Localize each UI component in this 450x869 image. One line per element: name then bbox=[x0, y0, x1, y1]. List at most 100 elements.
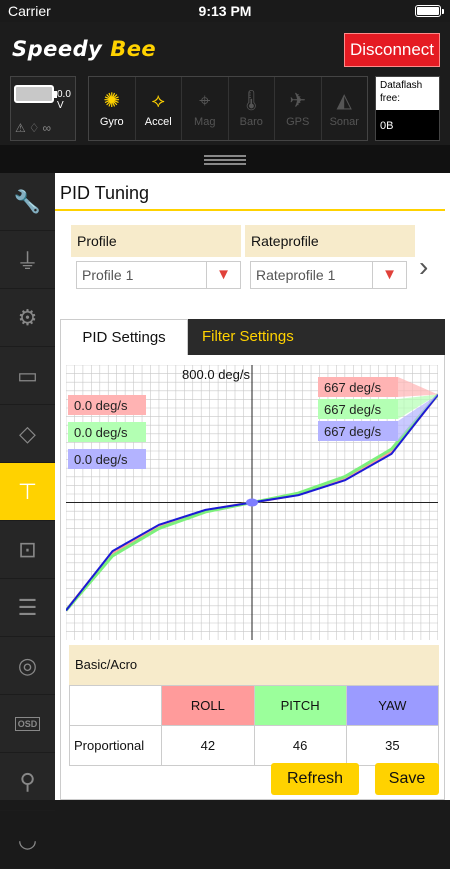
sensor-sonar: ◭ Sonar bbox=[322, 77, 368, 140]
sonar-icon: ◭ bbox=[336, 90, 352, 112]
parachute-small-icon: ♢ bbox=[28, 121, 43, 135]
chevron-down-icon[interactable]: ▼ bbox=[372, 262, 406, 288]
pitch-p-value[interactable]: 46 bbox=[253, 725, 347, 766]
sidebar-item-motor[interactable]: ◎ bbox=[0, 637, 55, 695]
battery-voltage: 0.0 V bbox=[57, 89, 71, 111]
profile-group: Profile Profile 1 ▼ bbox=[71, 225, 241, 293]
sidebar-item-modes[interactable]: ☰ bbox=[0, 579, 55, 637]
sidebar-item-led[interactable]: ⚲ bbox=[0, 753, 55, 811]
sidebar-item-wrench[interactable]: 🔧 bbox=[0, 173, 55, 231]
led-icon: ⚲ bbox=[19, 768, 36, 794]
clock: 9:13 PM bbox=[198, 3, 252, 19]
phone-battery-icon bbox=[415, 5, 444, 17]
profile-select[interactable]: Profile 1 ▼ bbox=[76, 261, 241, 289]
tab-bar: PID Settings Filter Settings bbox=[60, 319, 445, 355]
profile-value: Profile 1 bbox=[82, 267, 134, 283]
sidebar-item-osd[interactable]: OSD bbox=[0, 695, 55, 753]
gear-icon: ⚙ bbox=[17, 304, 38, 330]
hierarchy-icon: ⊤ bbox=[17, 478, 38, 504]
warning-icons: ⚠♢∞ bbox=[15, 121, 54, 135]
roll-p-value[interactable]: 42 bbox=[161, 725, 255, 766]
origin-marker bbox=[246, 498, 258, 507]
osd-icon: OSD bbox=[14, 716, 41, 731]
refresh-button[interactable]: Refresh bbox=[271, 763, 359, 795]
sensor-label: Sonar bbox=[329, 116, 359, 128]
sensor-label: Accel bbox=[144, 116, 172, 128]
table-row: Proportional 42 46 35 bbox=[68, 725, 440, 766]
rateprofile-group: Rateprofile Rateprofile 1 ▼ bbox=[245, 225, 415, 293]
rateprofile-label: Rateprofile bbox=[245, 225, 415, 257]
row-label-proportional: Proportional bbox=[68, 725, 163, 766]
sidebar-item-hierarchy[interactable]: ⊤ bbox=[0, 463, 55, 521]
sensor-label: Mag bbox=[194, 116, 216, 128]
logo-main: Speedy bbox=[12, 37, 103, 61]
battery-icon bbox=[14, 85, 57, 103]
pid-table: ROLL PITCH YAW Proportional 42 46 35 bbox=[68, 685, 440, 766]
sensor-label: GPS bbox=[286, 116, 310, 128]
baro-icon: 🌡 bbox=[238, 90, 264, 112]
max-rate-label: 667 deg/s bbox=[324, 380, 382, 395]
warning-icon: ⚠ bbox=[15, 121, 29, 135]
mag-icon: ⌖ bbox=[199, 90, 211, 112]
gps-icon: ✈ bbox=[289, 90, 307, 112]
chevron-right-icon[interactable]: › bbox=[419, 251, 428, 283]
table-header-row: ROLL PITCH YAW bbox=[68, 685, 440, 726]
gyro-icon: ✺ bbox=[103, 90, 121, 112]
rateprofile-value: Rateprofile 1 bbox=[256, 267, 336, 283]
main-content: PID Tuning Profile Profile 1 ▼ Rateprofi… bbox=[55, 173, 450, 800]
sidebar: 🔧 ⏚ ⚙ ▭ ◇ ⊤ ⊡ ☰ ◎ OSD ⚲ ◡ bbox=[0, 173, 55, 869]
sensor-baro: 🌡 Baro bbox=[229, 77, 275, 140]
sidebar-item-plug[interactable]: ⏚ bbox=[0, 231, 55, 289]
drawer-handle[interactable] bbox=[0, 145, 450, 173]
sensor-accel: ⟡ Accel bbox=[136, 77, 182, 140]
current-rate-label: 0.0 deg/s bbox=[74, 425, 128, 440]
sensor-gyro: ✺ Gyro bbox=[89, 77, 136, 140]
sensor-mag: ⌖ Mag bbox=[182, 77, 229, 140]
dataflash-label: Dataflash free: bbox=[376, 77, 439, 110]
tab-filter-settings[interactable]: Filter Settings bbox=[188, 319, 445, 355]
max-rate-label: 667 deg/s bbox=[324, 402, 382, 417]
chevron-down-icon[interactable]: ▼ bbox=[206, 262, 240, 288]
yaw-p-value[interactable]: 35 bbox=[345, 725, 440, 766]
max-rate-label: 667 deg/s bbox=[324, 424, 382, 439]
col-yaw: YAW bbox=[345, 685, 440, 726]
blackbox-icon: ◡ bbox=[17, 826, 38, 852]
modes-icon: ☰ bbox=[17, 594, 38, 620]
parachute-icon: ◇ bbox=[19, 420, 36, 446]
basic-acro-header: Basic/Acro bbox=[69, 645, 439, 685]
current-rate-label: 0.0 deg/s bbox=[74, 398, 128, 413]
sidebar-item-parachute[interactable]: ◇ bbox=[0, 405, 55, 463]
tab-pid-settings[interactable]: PID Settings bbox=[60, 319, 188, 355]
logo-accent: Bee bbox=[110, 37, 157, 61]
rate-chart-panel: 800.0 deg/s 0.0 deg/s 0.0 deg/s 0.0 deg/s 66… bbox=[60, 355, 445, 800]
sidebar-item-battery[interactable]: ▭ bbox=[0, 347, 55, 405]
chart-title: 800.0 deg/s bbox=[182, 367, 250, 382]
save-button[interactable]: Save bbox=[375, 763, 439, 795]
page-title: PID Tuning bbox=[60, 183, 150, 203]
receiver-icon: ⊡ bbox=[18, 536, 37, 562]
battery-icon: ▭ bbox=[17, 362, 38, 388]
wrench-icon: 🔧 bbox=[13, 188, 42, 214]
rate-curve-chart: 800.0 deg/s 0.0 deg/s 0.0 deg/s 0.0 deg/s 66… bbox=[66, 365, 438, 640]
current-rate-label: 0.0 deg/s bbox=[74, 452, 128, 467]
battery-status: 0.0 V ⚠♢∞ bbox=[10, 76, 76, 141]
rateprofile-select[interactable]: Rateprofile 1 ▼ bbox=[250, 261, 407, 289]
sensor-gps: ✈ GPS bbox=[275, 77, 322, 140]
accel-icon: ⟡ bbox=[151, 90, 165, 112]
profile-label: Profile bbox=[71, 225, 241, 257]
sensor-label: Gyro bbox=[99, 116, 124, 128]
sensor-bar: 0.0 V ⚠♢∞ ✺ Gyro ⟡ Accel ⌖ Mag 🌡 Baro ✈ GPS ◭ Sonar… bbox=[0, 70, 450, 145]
dataflash-value: 0B bbox=[380, 120, 394, 132]
title-underline bbox=[55, 209, 445, 211]
link-icon: ∞ bbox=[42, 121, 55, 135]
disconnect-button[interactable]: Disconnect bbox=[344, 33, 440, 67]
plug-icon: ⏚ bbox=[16, 248, 39, 274]
app-header: Speedy Bee Disconnect bbox=[0, 22, 450, 70]
sidebar-item-blackbox[interactable]: ◡ bbox=[0, 811, 55, 869]
col-pitch: PITCH bbox=[253, 685, 347, 726]
motor-icon: ◎ bbox=[17, 652, 38, 678]
speedybee-logo: Speedy Bee bbox=[12, 37, 156, 61]
sidebar-item-receiver[interactable]: ⊡ bbox=[0, 521, 55, 579]
col-roll: ROLL bbox=[161, 685, 255, 726]
sidebar-item-gear[interactable]: ⚙ bbox=[0, 289, 55, 347]
